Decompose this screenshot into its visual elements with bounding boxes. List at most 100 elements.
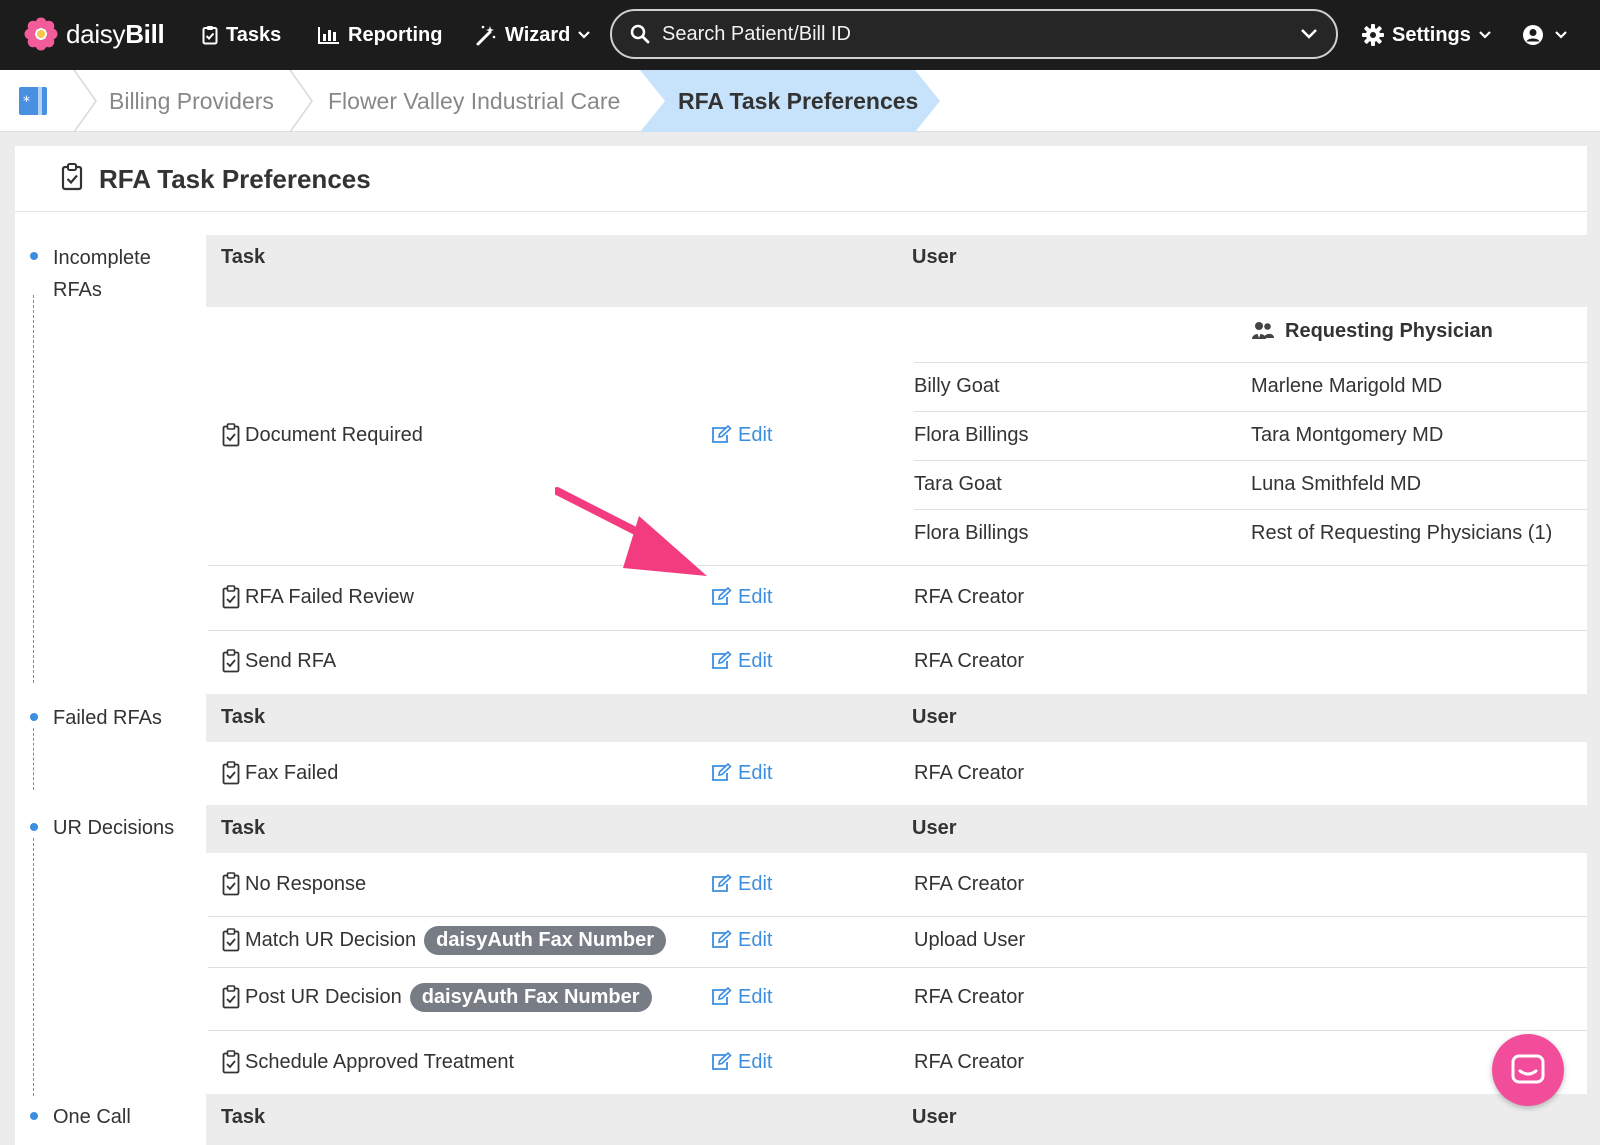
search-input[interactable] [662, 22, 1300, 46]
nav-reporting[interactable]: Reporting [318, 20, 442, 50]
task-label: Fax Failed [245, 761, 339, 784]
sidenav-bullet [30, 252, 38, 260]
column-header-task: Task [221, 246, 266, 268]
task-schedule-approved-treatment: Schedule Approved Treatment [222, 1047, 514, 1077]
sidenav-item-incomplete-rfas[interactable]: Incomplete RFAs [53, 242, 173, 306]
task-label: Match UR Decision [245, 928, 417, 951]
row-divider [208, 565, 1587, 566]
patient-bill-search[interactable] [610, 9, 1338, 59]
edit-icon [712, 1052, 732, 1070]
edit-icon [712, 587, 732, 605]
edit-icon [712, 987, 732, 1005]
edit-icon [712, 651, 732, 669]
assigned-user: RFA Creator [914, 1051, 1025, 1073]
breadcrumb-separator [73, 70, 97, 132]
edit-no-response-button[interactable]: Edit [710, 869, 772, 899]
chevron-down-icon [1555, 31, 1567, 39]
edit-label: Edit [738, 649, 773, 672]
edit-rfa-failed-review-button[interactable]: Edit [710, 582, 772, 612]
row-divider [914, 509, 1587, 510]
sidenav-connector [33, 728, 34, 790]
chevron-down-icon [578, 31, 591, 39]
edit-icon [712, 930, 732, 948]
requesting-physician-header: Requesting Physician [1251, 316, 1493, 346]
edit-post-ur-decision-button[interactable]: Edit [710, 982, 772, 1012]
task-label: Document Required [245, 423, 423, 446]
column-header-user: User [912, 246, 957, 268]
edit-fax-failed-button[interactable]: Edit [710, 758, 772, 788]
sidenav-item-ur-decisions[interactable]: UR Decisions [53, 812, 174, 844]
task-send-rfa: Send RFA [222, 646, 336, 676]
task-document-required: Document Required [222, 420, 423, 450]
nav-tasks-label: Tasks [226, 23, 282, 46]
task-label: No Response [245, 872, 367, 895]
edit-icon [712, 425, 732, 443]
assigned-user: RFA Creator [914, 986, 1025, 1008]
assigned-user: Flora Billings [914, 424, 1029, 446]
daisyauth-fax-badge: daisyAuth Fax Number [409, 982, 652, 1012]
column-header-task: Task [221, 817, 266, 839]
edit-schedule-approved-treatment-button[interactable]: Edit [710, 1047, 772, 1077]
breadcrumb-provider-name[interactable]: Flower Valley Industrial Care [328, 70, 620, 132]
assigned-user: RFA Creator [914, 586, 1025, 608]
row-divider [208, 1030, 1587, 1031]
clipboard-check-icon [222, 1050, 240, 1074]
edit-label: Edit [738, 872, 773, 895]
clipboard-check-icon [222, 872, 240, 896]
edit-label: Edit [738, 985, 773, 1008]
breadcrumb-home[interactable]: * [18, 70, 48, 132]
edit-label: Edit [738, 585, 773, 608]
row-divider [914, 411, 1587, 412]
sidenav-connector [33, 838, 34, 1096]
daisybill-logo[interactable]: daisyBill [24, 17, 165, 51]
edit-icon [712, 874, 732, 892]
edit-label: Edit [738, 423, 773, 446]
assigned-user: Upload User [914, 929, 1026, 951]
row-divider [914, 460, 1587, 461]
table-header [206, 1094, 1587, 1145]
edit-match-ur-decision-button[interactable]: Edit [710, 925, 772, 955]
column-header-task: Task [221, 706, 266, 728]
edit-send-rfa-button[interactable]: Edit [710, 646, 772, 676]
users-icon [1252, 322, 1274, 339]
row-divider [208, 916, 1587, 917]
clipboard-check-icon [222, 649, 240, 673]
breadcrumb-current: RFA Task Preferences [678, 87, 919, 114]
clipboard-check-icon [222, 423, 240, 447]
task-label: RFA Failed Review [245, 585, 414, 608]
edit-document-required-button[interactable]: Edit [710, 420, 772, 450]
nav-wizard-label: Wizard [505, 23, 571, 46]
column-header-task: Task [221, 1106, 266, 1128]
clipboard-check-icon [222, 761, 240, 785]
top-nav: daisyBill Tasks Reporting Wizard Setting… [0, 0, 1600, 70]
bar-chart-icon [318, 27, 339, 44]
sidenav-item-one-call[interactable]: One Call [53, 1101, 131, 1133]
task-no-response: No Response [222, 869, 366, 899]
gear-icon [1362, 24, 1384, 46]
sidenav-bullet [30, 823, 38, 831]
breadcrumb-billing-providers[interactable]: Billing Providers [109, 70, 274, 132]
chat-launcher-button[interactable] [1492, 1034, 1564, 1106]
sidenav-item-failed-rfas[interactable]: Failed RFAs [53, 702, 162, 734]
card-header: RFA Task Preferences [15, 146, 1587, 212]
provider-book-icon: * [19, 87, 47, 115]
task-label: Post UR Decision [245, 985, 402, 1008]
row-divider [208, 967, 1587, 968]
task-match-ur-decision: Match UR Decision daisyAuth Fax Number [222, 925, 666, 955]
assigned-user: RFA Creator [914, 873, 1025, 895]
assigned-user: Flora Billings [914, 522, 1029, 544]
chevron-down-icon[interactable] [1300, 28, 1318, 40]
edit-icon [712, 763, 732, 781]
nav-settings[interactable]: Settings [1362, 20, 1492, 50]
breadcrumb: * Billing Providers Flower Valley Indust… [0, 70, 1600, 132]
requesting-physician: Luna Smithfeld MD [1251, 473, 1422, 495]
nav-wizard[interactable]: Wizard [475, 20, 591, 50]
task-label: Schedule Approved Treatment [245, 1050, 515, 1073]
page-title: RFA Task Preferences [99, 164, 371, 194]
daisyauth-fax-badge: daisyAuth Fax Number [424, 925, 666, 955]
row-divider [914, 362, 1587, 363]
requesting-physician: Marlene Marigold MD [1251, 375, 1443, 397]
edit-label: Edit [738, 928, 773, 951]
user-menu[interactable] [1522, 20, 1568, 50]
nav-tasks[interactable]: Tasks [202, 20, 281, 50]
